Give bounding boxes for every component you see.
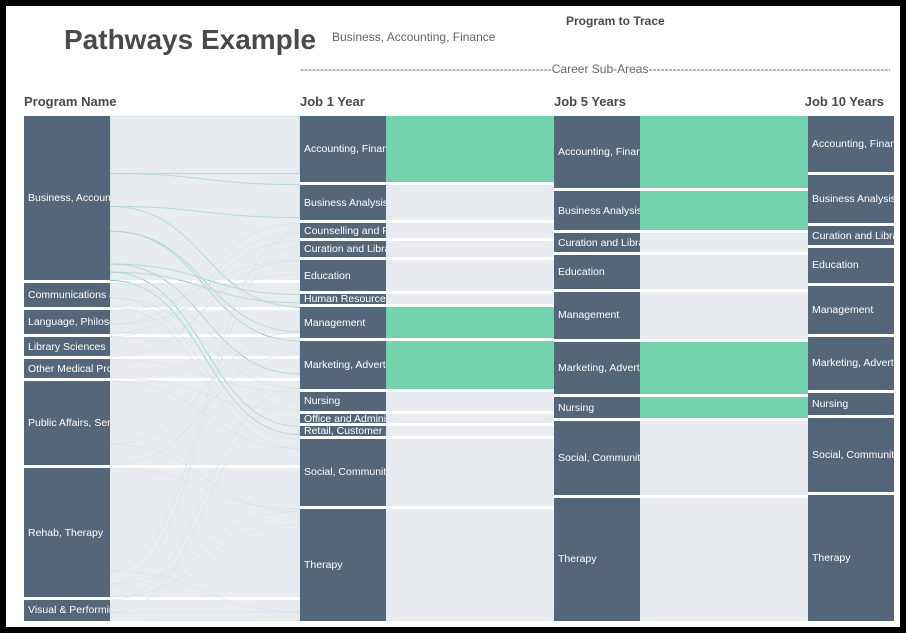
sankey-node[interactable]: Nursing [808, 393, 894, 414]
sankey-node[interactable]: Language, Philosoph [24, 310, 110, 334]
sankey-flow [640, 421, 808, 494]
sankey-flow [110, 468, 300, 597]
sankey-node[interactable]: Human Resources [300, 294, 386, 304]
sankey-node[interactable]: Nursing [554, 397, 640, 418]
sankey-flow [110, 381, 300, 465]
sankey-node[interactable]: Retail, Customer Se [300, 426, 386, 436]
sankey-flow [110, 600, 300, 621]
sankey-flow [640, 116, 808, 188]
sankey-node[interactable]: Visual & Performing [24, 600, 110, 621]
sankey-flow [386, 439, 554, 506]
sankey-flow [386, 260, 554, 291]
sankey-node[interactable]: Education [300, 260, 386, 291]
sankey-flow [640, 233, 808, 251]
sankey-node[interactable]: Therapy [300, 509, 386, 621]
sankey-node[interactable]: Therapy [554, 498, 640, 621]
trace-value[interactable]: Business, Accounting, Finance [332, 30, 495, 44]
sankey-node[interactable]: Other Medical Profe [24, 359, 110, 377]
column-header: Program Name [24, 94, 116, 109]
sankey-node[interactable]: Communications an [24, 283, 110, 307]
sankey-node[interactable]: Business, Accountin [24, 116, 110, 280]
sankey-node[interactable]: Rehab, Therapy [24, 468, 110, 597]
sankey-node[interactable]: Curation and Library [554, 233, 640, 251]
sankey-flow [386, 426, 554, 436]
sankey-flow [386, 509, 554, 621]
sankey-flow [640, 191, 808, 230]
sankey-flow [386, 294, 554, 304]
sankey-flow [110, 283, 300, 307]
sankey-flow [386, 116, 554, 182]
sankey-node[interactable]: Accounting, Finance [808, 116, 894, 172]
sankey-node[interactable]: Business Analysis, O [300, 185, 386, 221]
sankey-node[interactable]: Business Analysis, O [808, 175, 894, 223]
sankey-node[interactable]: Accounting, Finance [554, 116, 640, 188]
sankey-node[interactable]: Nursing [300, 392, 386, 411]
sankey-flow [110, 359, 300, 377]
column-header: Job 10 Years [805, 94, 884, 109]
sankey-node[interactable]: Social, Community a [300, 439, 386, 506]
sub-areas-header: ----------------------------------------… [300, 62, 890, 76]
sankey-node[interactable]: Management [808, 286, 894, 334]
sankey-node[interactable]: Education [808, 248, 894, 283]
sankey-node[interactable]: Curation and Library [808, 226, 894, 245]
sankey-node[interactable]: Office and Administ [300, 414, 386, 424]
trace-label: Program to Trace [566, 14, 665, 28]
sankey-stage-3: Accounting, FinanceBusiness Analysis, O C… [808, 116, 894, 621]
sankey-flow [110, 337, 300, 357]
sankey-flow [386, 223, 554, 237]
sankey-node[interactable]: Management [554, 292, 640, 339]
sankey-flow [640, 255, 808, 289]
sankey-flow [640, 292, 808, 339]
sankey-flow [386, 185, 554, 221]
sankey-node[interactable]: Public Affairs, Servic [24, 381, 110, 465]
sankey-stage-1: Accounting, FinanceBusiness Analysis, O C… [300, 116, 554, 621]
sankey-node[interactable]: Education [554, 255, 640, 289]
sankey-node[interactable]: Marketing, Advertisi [554, 342, 640, 394]
sankey-flow [110, 116, 300, 280]
sankey-node[interactable]: Marketing, Advertisi [808, 337, 894, 390]
sankey-node[interactable]: Accounting, Finance [300, 116, 386, 182]
sankey-flow [640, 498, 808, 621]
sankey-node[interactable]: Marketing, Advertisi [300, 341, 386, 389]
sankey-flow [386, 414, 554, 424]
sankey-flow [640, 342, 808, 394]
sankey-node[interactable]: Social, Community a [808, 418, 894, 493]
column-header: Job 5 Years [554, 94, 626, 109]
sankey-node[interactable]: Curation and Library [300, 241, 386, 258]
sankey-flow [110, 310, 300, 334]
column-header: Job 1 Year [300, 94, 365, 109]
sankey-flow [386, 392, 554, 411]
sankey-stage-2: Accounting, FinanceBusiness Analysis, O C… [554, 116, 808, 621]
sankey-flow [386, 341, 554, 389]
sankey-flow [640, 397, 808, 418]
sankey-node[interactable]: Management [300, 307, 386, 338]
sankey-node[interactable]: Social, Community a [554, 421, 640, 494]
sankey-stage-0: Business, Accountin Communications an Lang… [24, 116, 300, 621]
sankey-node[interactable]: Library Sciences [24, 337, 110, 357]
sankey-node[interactable]: Counselling and Psy [300, 223, 386, 237]
page-title: Pathways Example [64, 24, 316, 56]
sankey-flow [386, 241, 554, 258]
sankey-flow [386, 307, 554, 338]
sankey-node[interactable]: Business Analysis, O [554, 191, 640, 230]
sankey-node[interactable]: Therapy [808, 495, 894, 621]
